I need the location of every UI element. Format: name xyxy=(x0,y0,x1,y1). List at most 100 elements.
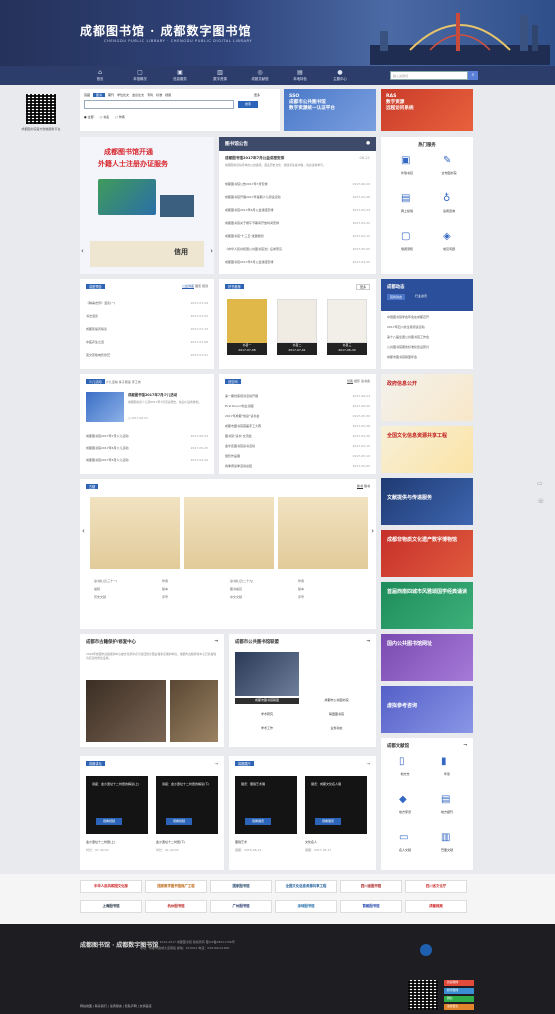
partner-link[interactable]: 广州图书馆 xyxy=(210,900,272,913)
nav-services[interactable]: ▣ 信息服务 xyxy=(160,66,200,85)
site-logo[interactable]: 成都图书馆 · 成都数字图书馆 xyxy=(80,22,252,39)
kids-tab[interactable]: 手工坊 xyxy=(132,380,141,384)
footer-links[interactable]: 网站地图 | 联系我们 | 读者留言 | 隐私声明 | 友情链接 xyxy=(80,1004,152,1008)
guji-cell[interactable]: 中文文献 xyxy=(230,595,242,599)
notice-headline[interactable]: 成都图书馆2017年7月公益讲座安排 xyxy=(225,156,284,161)
promo-banner[interactable]: 成都图书馆开通 外籍人士注册办证服务 信用 ‹ › xyxy=(80,137,214,274)
service-icon[interactable]: ▢ xyxy=(401,231,410,242)
doc-icon[interactable]: ▯ xyxy=(399,756,405,767)
list-item[interactable]: 成都图书馆2017年6月公益讲座安排 2017-05-23 xyxy=(219,208,376,215)
search-option-author[interactable]: ○ 作者 xyxy=(115,115,125,119)
virtual-ref-banner[interactable]: 虚拟参考咨询 xyxy=(381,686,473,733)
nav-digital[interactable]: ▥ 数字资源 xyxy=(200,66,240,85)
list-item[interactable]: 第一期创客培训活动开展 2017-06-23 xyxy=(219,394,376,401)
ancient-book-image[interactable] xyxy=(90,497,180,569)
list-item[interactable]: 成都图书馆关于端午节期间开放时间安排 2017-05-22 xyxy=(219,221,376,228)
list-item[interactable]: 英文原版电影欣赏 2017-07-01 xyxy=(80,353,214,360)
heritage-museum-banner[interactable]: 成都非物质文化遗产数字博物馆 xyxy=(381,530,473,577)
header-search-input[interactable]: 输入关键词 xyxy=(390,71,468,80)
gov-badge-icon[interactable] xyxy=(420,944,432,956)
video-caption[interactable]: 蜀锦艺术 xyxy=(235,840,247,844)
search-option-title[interactable]: ○ 书名 xyxy=(100,115,110,119)
partner-link[interactable]: 深圳图书馆 xyxy=(275,900,337,913)
list-item[interactable]: 成都图书馆2017年5月少儿活动 2017-04-20 xyxy=(80,458,214,465)
chevron-left-icon[interactable]: ‹ xyxy=(82,527,85,535)
doc-label[interactable]: 名人文献 xyxy=(389,848,421,852)
guji-cell[interactable]: 历史文献 xyxy=(94,595,106,599)
guji-tab[interactable]: 新书 xyxy=(357,484,363,488)
partner-link[interactable]: 中华人民共和国文化部 xyxy=(80,880,142,893)
news-tab[interactable]: 行业资讯 xyxy=(415,294,427,300)
search-button[interactable]: 搜索 xyxy=(238,101,258,108)
search-tab-active[interactable]: 图书 xyxy=(93,93,106,97)
social-link[interactable]: 读者留言 xyxy=(444,1004,474,1010)
partner-link[interactable]: 全国文化信息资源共享工程 xyxy=(275,880,337,893)
library-links-banner[interactable]: 国内公共图书馆网址 xyxy=(381,634,473,681)
book-cover[interactable] xyxy=(227,299,267,343)
protect-photo[interactable] xyxy=(86,680,166,742)
nav-about[interactable]: ▢ 本馆概况 xyxy=(120,66,160,85)
more-icon[interactable]: ● xyxy=(366,141,370,146)
ras-banner[interactable]: RAS 数字资源 远程访问系统 xyxy=(381,89,473,131)
alliance-cell[interactable]: 联盟图书馆 xyxy=(303,712,370,716)
doc-label[interactable]: 地方报刊 xyxy=(431,810,463,814)
create-tab[interactable]: 摄影 xyxy=(354,379,360,383)
news-item[interactable]: 成都市图书馆联盟年会 xyxy=(381,355,473,362)
search-tab[interactable]: 标准 xyxy=(156,93,162,97)
search-option-all[interactable]: ● 全部 xyxy=(84,115,94,119)
list-item[interactable]: 《聊斋志异》漫谈(一) 2017-07-29 xyxy=(80,301,214,308)
search-tab[interactable]: 会议论文 xyxy=(132,93,144,97)
social-link[interactable]: 微信 xyxy=(444,996,474,1002)
service-icon[interactable]: ✎ xyxy=(443,155,451,166)
search-tab[interactable]: 馆藏 xyxy=(84,93,90,97)
video-caption[interactable]: 金沙遗址十二时辰(下) xyxy=(156,840,185,844)
list-item[interactable]: 成都民俗风情谈 2017-07-15 xyxy=(80,327,214,334)
search-tab[interactable]: 学位论文 xyxy=(117,93,129,97)
list-item[interactable]: 摄影作品展 2017-05-10 xyxy=(219,454,376,461)
play-button[interactable]: 观看视频 xyxy=(96,818,122,825)
search-icon[interactable]: ⌕ xyxy=(468,71,478,80)
book-cover[interactable] xyxy=(327,299,367,343)
play-button[interactable]: 观看展览 xyxy=(245,818,271,825)
service-label[interactable]: 外借书目 xyxy=(391,171,423,175)
guji-tab[interactable]: 借书 xyxy=(364,484,370,488)
service-icon[interactable]: ▣ xyxy=(401,155,410,166)
list-item[interactable]: First Round创业讲座 2017-06-20 xyxy=(219,404,376,411)
list-item[interactable]: 书法漫谈 2017-07-22 xyxy=(80,314,214,321)
nav-topics[interactable]: ● 主题中心 xyxy=(320,66,360,85)
nav-local-docs[interactable]: ◎ 成都文献馆 xyxy=(240,66,280,85)
doc-icon[interactable]: ▤ xyxy=(441,794,450,805)
partner-link[interactable]: 上海图书馆 xyxy=(80,900,142,913)
guji-cell[interactable]: 读书札记(三十一) xyxy=(94,579,117,583)
alliance-cell[interactable]: 业务动态 xyxy=(303,726,370,730)
kids-tab[interactable]: 亲子阅读 xyxy=(119,380,131,384)
kids-headline[interactable]: 成都图书馆2017年7月少儿活动 xyxy=(128,392,208,397)
nav-local[interactable]: ▤ 本地特色 xyxy=(280,66,320,85)
arrow-right-icon[interactable]: → xyxy=(463,743,467,748)
news-item[interactable]: 第十八届全国公共图书馆工作会 xyxy=(381,335,473,342)
doc-icon[interactable]: ▥ xyxy=(441,832,450,843)
partner-link[interactable]: 杭州图书馆 xyxy=(145,900,207,913)
preview-tab[interactable]: 展览 xyxy=(195,284,201,288)
list-item[interactable]: 图书馆"读书"交流会 2017-05-20 xyxy=(219,434,376,441)
list-item[interactable]: 成都图书馆"十三五"发展规划 2017-05-12 xyxy=(219,234,376,241)
book-cover[interactable] xyxy=(277,299,317,343)
service-label[interactable]: 常见问题 xyxy=(433,247,465,251)
news-item[interactable]: 2017年四川省全民阅读活动 xyxy=(381,325,473,332)
video-card[interactable]: 展览：成都文化名人展 观看展览 xyxy=(305,776,367,834)
guji-cell[interactable]: 读书札记(二十九) xyxy=(230,579,253,583)
partner-link[interactable]: 四川省图书馆 xyxy=(340,880,402,893)
doc-label[interactable]: 巴蜀文献 xyxy=(431,848,463,852)
video-card[interactable]: 讲座：金沙遗址十二时辰的解读(上) 观看视频 xyxy=(86,776,148,834)
video-card[interactable]: 展览：蜀锦艺术展 观看展览 xyxy=(235,776,297,834)
arrow-right-icon[interactable]: → xyxy=(366,639,370,644)
culture-share-banner[interactable]: 全国文化信息资源共享工程 xyxy=(381,426,473,473)
doc-delivery-banner[interactable]: 文献提供与传递服务 xyxy=(381,478,473,525)
video-caption[interactable]: 文化名人 xyxy=(305,840,317,844)
list-item[interactable]: 金牛区图书馆读书活动 2017-05-15 xyxy=(219,444,376,451)
partner-link[interactable]: 国家图书馆 xyxy=(210,880,272,893)
partner-link[interactable]: 国家数字图书馆推广工程 xyxy=(145,880,207,893)
social-link[interactable]: 新浪微博 xyxy=(444,980,474,986)
ancient-book-image[interactable] xyxy=(278,497,368,569)
alliance-cell[interactable]: 学术研究 xyxy=(235,712,299,716)
